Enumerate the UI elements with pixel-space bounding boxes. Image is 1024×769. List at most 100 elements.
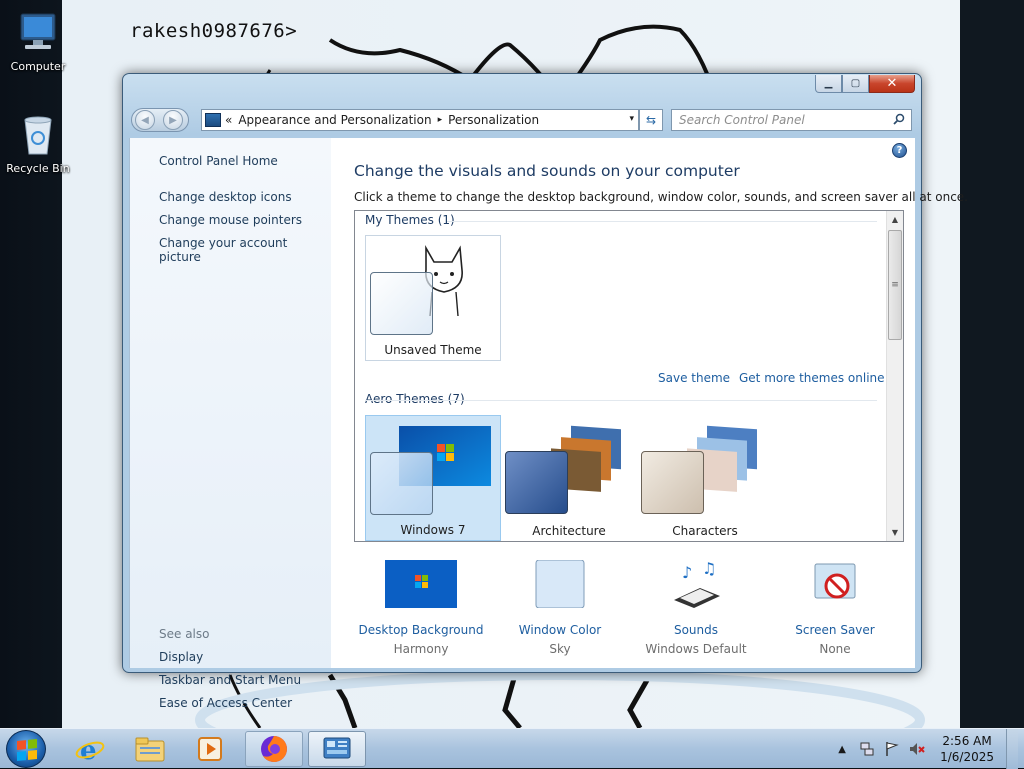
forward-arrow-icon: ▶	[169, 114, 177, 126]
taskbar: e ▲ 2:56 AM 1/6/2025	[0, 728, 1024, 769]
firefox-icon	[261, 736, 287, 762]
see-also-label: See also	[159, 627, 210, 641]
window-color-icon	[535, 559, 585, 609]
change-mouse-pointers-link[interactable]: Change mouse pointers	[159, 213, 302, 227]
scroll-down-icon[interactable]: ▼	[887, 524, 903, 541]
screen-saver-value: None	[819, 642, 851, 656]
theme-color-swatch	[370, 272, 433, 335]
theme-list-scrollbar[interactable]: ▲ ≡ ▼	[886, 211, 903, 541]
scrollbar-thumb[interactable]: ≡	[888, 230, 902, 340]
computer-icon	[20, 13, 56, 49]
desktop-handwritten-text: rakesh0987676>	[130, 20, 298, 42]
show-hidden-icons-icon[interactable]: ▲	[834, 741, 850, 757]
theme-tile-characters[interactable]: Characters	[637, 415, 773, 541]
action-center-flag-icon[interactable]	[884, 741, 900, 757]
windows-logo-icon	[17, 738, 37, 762]
address-bar[interactable]: « Appearance and Personalization ▸ Perso…	[201, 109, 639, 131]
taskbar-internet-explorer[interactable]: e	[61, 731, 119, 767]
network-icon[interactable]	[859, 741, 875, 757]
theme-list: My Themes (1) Unsaved Theme Save theme G…	[354, 210, 904, 542]
control-panel-home-link[interactable]: Control Panel Home	[159, 154, 278, 168]
breadcrumb-overflow[interactable]: «	[225, 113, 232, 127]
display-link[interactable]: Display	[159, 650, 203, 664]
close-button[interactable]: ✕	[869, 75, 915, 93]
taskbar-control-panel[interactable]	[308, 731, 366, 767]
control-panel-icon	[205, 113, 221, 127]
maximize-icon: ▢	[850, 78, 861, 89]
minimize-icon: ▁	[824, 78, 833, 89]
scroll-up-icon[interactable]: ▲	[887, 211, 903, 228]
ease-of-access-link[interactable]: Ease of Access Center	[159, 696, 292, 710]
search-icon[interactable]	[893, 113, 905, 125]
control-panel-icon	[323, 737, 351, 759]
desktop-icon-recycle-bin[interactable]: Recycle Bin	[2, 112, 74, 175]
forward-button[interactable]: ▶	[163, 110, 183, 130]
navigation-bar: ◀ ▶ « Appearance and Personalization ▸ P…	[129, 107, 915, 133]
svg-text:e: e	[80, 736, 97, 764]
main-content: ? Change the visuals and sounds on your …	[331, 138, 968, 668]
breadcrumb-separator-icon[interactable]: ▸	[438, 115, 443, 125]
get-more-themes-link[interactable]: Get more themes online	[739, 371, 885, 385]
show-desktop-button[interactable]	[1006, 729, 1018, 769]
back-button[interactable]: ◀	[135, 110, 155, 130]
screen-saver-item[interactable]: Screen Saver None	[765, 560, 905, 656]
window-color-value: Sky	[549, 642, 571, 656]
system-tray: ▲ 2:56 AM 1/6/2025	[834, 729, 1018, 769]
windows-explorer-icon	[135, 737, 165, 762]
desktop-icon-label: Computer	[10, 60, 66, 73]
theme-label: Unsaved Theme	[384, 343, 482, 357]
clock-time: 2:56 AM	[942, 734, 992, 748]
page-title: Change the visuals and sounds on your co…	[354, 162, 740, 180]
sounds-link[interactable]: Sounds	[626, 623, 766, 637]
svg-text:♪: ♪	[682, 563, 692, 582]
save-theme-link[interactable]: Save theme	[658, 371, 730, 385]
my-themes-header: My Themes (1)	[365, 213, 455, 227]
page-subtitle: Click a theme to change the desktop back…	[354, 190, 968, 204]
refresh-button[interactable]: ⇆	[639, 109, 663, 131]
refresh-icon: ⇆	[645, 113, 657, 127]
breadcrumb-appearance[interactable]: Appearance and Personalization	[238, 113, 431, 127]
desktop-background-link[interactable]: Desktop Background	[351, 623, 491, 637]
theme-label: Characters	[672, 524, 738, 538]
sounds-item[interactable]: ♪ ♫ Sounds Windows Default	[626, 559, 766, 656]
recycle-bin-icon	[24, 116, 52, 155]
taskbar-firefox[interactable]	[245, 731, 303, 767]
maximize-button[interactable]: ▢	[842, 75, 869, 93]
personalization-window: ▁ ▢ ✕ ◀ ▶ « Appearance and Personalizati…	[122, 73, 968, 710]
screen-saver-link[interactable]: Screen Saver	[765, 623, 905, 637]
taskbar-start-menu-link[interactable]: Taskbar and Start Menu	[159, 673, 301, 687]
start-button[interactable]	[6, 730, 46, 768]
sounds-icon: ♪ ♫	[674, 559, 720, 608]
clock-date: 1/6/2025	[940, 750, 994, 764]
theme-tile-architecture[interactable]: Architecture	[501, 415, 637, 541]
group-divider	[365, 400, 877, 401]
change-account-picture-link[interactable]: Change your account picture	[159, 236, 331, 264]
screen-saver-icon	[814, 563, 856, 599]
taskbar-windows-explorer[interactable]	[121, 731, 179, 767]
theme-tile-unsaved[interactable]: Unsaved Theme	[365, 235, 501, 361]
address-dropdown-icon[interactable]: ▾	[629, 114, 634, 124]
theme-color-swatch	[370, 452, 433, 515]
search-placeholder: Search Control Panel	[679, 113, 805, 127]
breadcrumb-personalization[interactable]: Personalization	[448, 113, 539, 127]
desktop-background-value: Harmony	[393, 642, 449, 656]
internet-explorer-icon: e	[75, 736, 105, 764]
caption-buttons: ▁ ▢ ✕	[815, 75, 915, 93]
left-navigation-pane: Control Panel Home Change desktop icons …	[129, 138, 331, 710]
clock[interactable]: 2:56 AM 1/6/2025	[940, 733, 994, 765]
theme-color-swatch	[505, 451, 568, 514]
taskbar-media-player[interactable]	[181, 731, 239, 767]
volume-muted-icon[interactable]	[909, 741, 925, 757]
group-divider	[447, 221, 877, 222]
window-color-item[interactable]: Window Color Sky	[490, 559, 630, 656]
theme-tile-windows-7[interactable]: Windows 7	[365, 415, 501, 541]
nav-arrows: ◀ ▶	[131, 108, 189, 132]
minimize-button[interactable]: ▁	[815, 75, 842, 93]
desktop-background-item[interactable]: Desktop Background Harmony	[351, 560, 491, 656]
window-color-link[interactable]: Window Color	[490, 623, 630, 637]
help-icon[interactable]: ?	[892, 143, 907, 158]
desktop-icon-computer[interactable]: Computer	[2, 10, 74, 73]
search-input[interactable]: Search Control Panel	[671, 109, 912, 131]
desktop-icon-label: Recycle Bin	[6, 162, 70, 175]
change-desktop-icons-link[interactable]: Change desktop icons	[159, 190, 292, 204]
